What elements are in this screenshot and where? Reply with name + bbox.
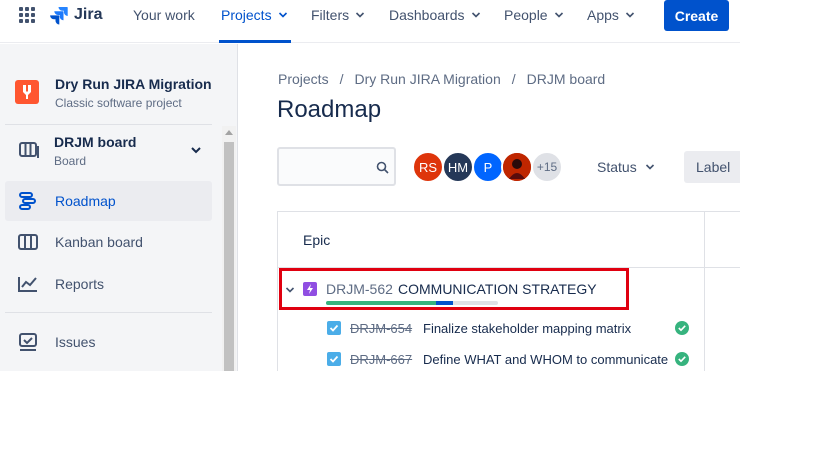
issue-summary[interactable]: Define WHAT and WHOM to communicate bbox=[423, 352, 669, 367]
nav-your-work-label: Your work bbox=[133, 7, 195, 23]
avatar-photo[interactable] bbox=[501, 151, 533, 183]
sidebar-item-label: Kanban board bbox=[55, 234, 143, 250]
avatar-hm[interactable]: HM bbox=[442, 151, 474, 183]
nav-apps[interactable]: Apps bbox=[587, 7, 635, 23]
done-status-icon bbox=[675, 321, 689, 335]
checkmark-icon bbox=[329, 355, 339, 363]
epic-icon bbox=[303, 282, 317, 296]
issue-key[interactable]: DRJM-654 bbox=[350, 321, 412, 336]
list-item[interactable]: DRJM-667 Define WHAT and WHOM to communi… bbox=[327, 349, 689, 369]
avatar-initials: P bbox=[483, 159, 493, 175]
project-name[interactable]: Dry Run JIRA Migration bbox=[55, 76, 212, 92]
page-title: Roadmap bbox=[277, 96, 382, 123]
progress-in-progress bbox=[436, 301, 454, 305]
lightning-icon bbox=[307, 284, 313, 294]
nav-people-label: People bbox=[504, 7, 548, 23]
jira-app: Jira Your work Projects Filters Dashboar… bbox=[0, 0, 740, 371]
chevron-down-icon bbox=[625, 12, 634, 18]
label-filter-label: Label bbox=[696, 159, 731, 175]
avatar-more-label: +15 bbox=[536, 160, 558, 174]
chevron-down-icon bbox=[554, 12, 563, 18]
breadcrumb-separator: / bbox=[511, 71, 516, 87]
nav-dashboards-label: Dashboards bbox=[389, 7, 465, 23]
avatar-rs[interactable]: RS bbox=[412, 151, 444, 183]
sidebar-item-reports[interactable]: Reports bbox=[5, 264, 212, 304]
nav-active-indicator bbox=[219, 40, 291, 43]
chevron-down-icon[interactable] bbox=[285, 285, 295, 295]
sidebar-item-label: Issues bbox=[55, 334, 96, 350]
chevron-down-icon bbox=[356, 12, 365, 18]
board-name[interactable]: DRJM board bbox=[54, 134, 136, 150]
breadcrumb: Projects / Dry Run JIRA Migration / DRJM… bbox=[278, 71, 605, 87]
board-type: Board bbox=[54, 154, 87, 168]
nav-dashboards[interactable]: Dashboards bbox=[389, 7, 481, 23]
epic-progress-bar bbox=[326, 301, 498, 305]
issue-key[interactable]: DRJM-667 bbox=[350, 352, 412, 367]
checkmark-icon bbox=[329, 324, 339, 332]
jira-logo-icon bbox=[50, 7, 68, 25]
task-icon bbox=[327, 321, 341, 335]
breadcrumb-projects[interactable]: Projects bbox=[278, 71, 329, 87]
jira-logo[interactable]: Jira bbox=[49, 4, 102, 26]
nav-filters-label: Filters bbox=[311, 7, 350, 23]
chevron-down-icon[interactable] bbox=[190, 145, 202, 155]
sidebar-divider bbox=[5, 312, 212, 313]
nav-filters[interactable]: Filters bbox=[311, 7, 365, 23]
scrollbar-thumb[interactable] bbox=[224, 142, 234, 371]
create-button[interactable]: Create bbox=[664, 0, 729, 31]
breadcrumb-project[interactable]: Dry Run JIRA Migration bbox=[354, 71, 500, 87]
avatar-photo-icon bbox=[503, 153, 531, 181]
label-filter-button[interactable]: Label bbox=[684, 151, 740, 183]
board-icon bbox=[19, 142, 39, 158]
chevron-down-icon bbox=[645, 164, 654, 170]
chevron-down-icon bbox=[278, 12, 287, 18]
nav-projects[interactable]: Projects bbox=[221, 7, 288, 23]
list-item[interactable]: DRJM-654 Finalize stakeholder mapping ma… bbox=[327, 318, 689, 338]
epic-key[interactable]: DRJM-562 bbox=[326, 281, 393, 297]
nav-your-work[interactable]: Your work bbox=[133, 7, 195, 23]
task-icon bbox=[327, 352, 341, 366]
avatar-initials: HM bbox=[447, 159, 469, 175]
nav-people[interactable]: People bbox=[504, 7, 564, 23]
epic-column-header: Epic bbox=[303, 232, 331, 248]
reports-icon bbox=[18, 277, 37, 292]
sidebar-item-kanban-board[interactable]: Kanban board bbox=[5, 222, 212, 262]
roadmap-icon bbox=[19, 192, 36, 210]
done-status-icon bbox=[675, 352, 689, 366]
search-input[interactable] bbox=[277, 147, 396, 186]
scroll-up-arrow-icon[interactable] bbox=[225, 130, 233, 135]
top-navigation: Jira Your work Projects Filters Dashboar… bbox=[0, 0, 740, 43]
sidebar: Dry Run JIRA Migration Classic software … bbox=[0, 44, 238, 371]
project-type: Classic software project bbox=[55, 96, 182, 110]
avatar-more-count[interactable]: +15 bbox=[531, 151, 563, 183]
issues-icon bbox=[19, 333, 37, 351]
status-filter-dropdown[interactable]: Status bbox=[597, 159, 655, 175]
breadcrumb-separator: / bbox=[339, 71, 344, 87]
avatar-p[interactable]: P bbox=[472, 151, 504, 183]
issue-summary[interactable]: Finalize stakeholder mapping matrix bbox=[423, 321, 669, 336]
avatar-initials: RS bbox=[418, 159, 438, 175]
epic-summary[interactable]: COMMUNICATION STRATEGY bbox=[398, 281, 597, 297]
project-avatar-icon[interactable] bbox=[15, 80, 39, 104]
sidebar-scrollbar[interactable] bbox=[222, 126, 236, 371]
column-resize-handle[interactable] bbox=[704, 212, 705, 371]
sidebar-item-roadmap[interactable]: Roadmap bbox=[5, 181, 212, 221]
search-icon bbox=[376, 161, 389, 174]
status-filter-label: Status bbox=[597, 159, 637, 175]
sidebar-item-label: Roadmap bbox=[55, 193, 116, 209]
sidebar-item-label: Reports bbox=[55, 276, 105, 292]
sidebar-divider bbox=[5, 124, 212, 125]
chevron-down-icon bbox=[471, 12, 480, 18]
jira-logo-text: Jira bbox=[74, 6, 103, 23]
kanban-icon bbox=[18, 234, 38, 250]
nav-projects-label: Projects bbox=[221, 7, 272, 23]
progress-done bbox=[326, 301, 437, 305]
app-switcher-icon[interactable] bbox=[19, 7, 35, 23]
breadcrumb-board[interactable]: DRJM board bbox=[527, 71, 606, 87]
sidebar-item-issues[interactable]: Issues bbox=[5, 322, 212, 362]
nav-apps-label: Apps bbox=[587, 7, 619, 23]
wrench-icon bbox=[23, 85, 31, 99]
